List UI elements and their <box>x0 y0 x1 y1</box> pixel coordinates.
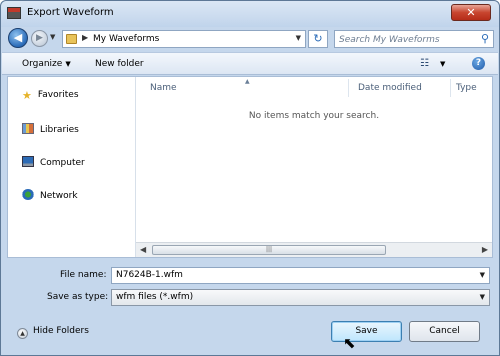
scroll-right-icon[interactable]: ▶ <box>482 245 488 254</box>
column-divider[interactable] <box>450 79 451 97</box>
file-name-label: File name: <box>60 270 107 280</box>
star-icon: ★ <box>22 89 32 102</box>
sidebar-item-label: Favorites <box>37 90 79 100</box>
search-input[interactable] <box>339 33 469 46</box>
file-list: ▲ Name Date modified Type No items match… <box>136 77 492 257</box>
file-name-field[interactable]: N7624B-1.wfm ▼ <box>111 267 490 284</box>
save-button[interactable]: Save <box>331 321 402 342</box>
column-header-type[interactable]: Type <box>456 77 490 99</box>
column-header-name[interactable]: Name <box>150 77 340 99</box>
save-as-type-label: Save as type: <box>47 292 109 302</box>
forward-button[interactable]: ▶ <box>31 30 48 47</box>
sidebar-item-network[interactable]: Network <box>22 189 78 201</box>
back-button[interactable]: ◀ <box>8 28 28 48</box>
mouse-cursor-icon: ⬉ <box>343 334 356 352</box>
chevron-up-icon: ▲ <box>17 328 28 339</box>
sidebar-item-libraries[interactable]: Libraries <box>22 123 79 135</box>
address-dropdown-icon[interactable]: ▼ <box>296 34 301 42</box>
computer-icon <box>22 156 34 167</box>
address-text: My Waveforms <box>93 34 160 44</box>
app-icon <box>7 7 21 19</box>
empty-message: No items match your search. <box>248 111 380 121</box>
help-icon[interactable]: ? <box>472 57 485 70</box>
sidebar-item-label: Computer <box>40 158 85 168</box>
hide-folders-button[interactable]: ▲ Hide Folders <box>17 326 89 339</box>
refresh-button[interactable]: ↻ <box>308 30 328 48</box>
close-button[interactable]: ✕ <box>451 4 491 21</box>
column-header-date-modified[interactable]: Date modified <box>358 77 450 99</box>
command-toolbar: Organize ▼ New folder ☷ ▼ ? <box>2 52 498 75</box>
file-name-value: N7624B-1.wfm <box>116 270 183 280</box>
column-divider[interactable] <box>348 79 349 97</box>
sidebar-item-computer[interactable]: Computer <box>22 156 85 168</box>
sidebar-item-label: Network <box>40 191 78 201</box>
chevron-down-icon[interactable]: ▼ <box>480 293 485 301</box>
breadcrumb-chevron-icon[interactable]: ▶ <box>82 33 88 42</box>
chevron-down-icon: ▼ <box>65 60 71 68</box>
organize-label: Organize <box>22 59 63 69</box>
navigation-pane: ★ Favorites Libraries Computer Network <box>8 77 135 257</box>
sidebar-item-favorites[interactable]: ★ Favorites <box>22 89 79 102</box>
sidebar-item-label: Libraries <box>40 125 79 135</box>
search-box: ⚲ <box>334 30 494 48</box>
views-icon[interactable]: ☷ <box>420 58 429 69</box>
organize-button[interactable]: Organize ▼ <box>22 59 71 69</box>
window-title: Export Waveform <box>27 7 114 18</box>
new-folder-button[interactable]: New folder <box>95 59 144 69</box>
views-dropdown-icon[interactable]: ▼ <box>440 60 445 68</box>
recent-pages-dropdown-icon[interactable]: ▼ <box>50 33 55 41</box>
chevron-down-icon[interactable]: ▼ <box>480 271 485 279</box>
cancel-button[interactable]: Cancel <box>409 321 480 342</box>
libraries-icon <box>22 123 34 134</box>
title-bar: Export Waveform ✕ <box>1 1 499 27</box>
navigation-bar: ◀ ▶ ▼ ▶ My Waveforms ▼ ↻ ⚲ <box>1 27 499 49</box>
save-as-type-select[interactable]: wfm files (*.wfm) ▼ <box>111 289 490 306</box>
address-bar[interactable]: ▶ My Waveforms ▼ <box>62 30 306 48</box>
network-icon <box>22 189 34 200</box>
scrollbar-thumb[interactable]: ||| <box>152 245 386 255</box>
hide-folders-label: Hide Folders <box>33 326 89 336</box>
scroll-left-icon[interactable]: ◀ <box>140 245 146 254</box>
export-waveform-dialog: Export Waveform ✕ ◀ ▶ ▼ ▶ My Waveforms ▼… <box>0 0 500 356</box>
horizontal-scrollbar[interactable]: ◀ ||| ▶ <box>136 242 492 257</box>
browser-pane: ★ Favorites Libraries Computer Network ▲ … <box>7 76 493 258</box>
folder-icon <box>66 34 77 44</box>
search-icon[interactable]: ⚲ <box>481 32 489 45</box>
save-as-type-value: wfm files (*.wfm) <box>116 292 194 302</box>
